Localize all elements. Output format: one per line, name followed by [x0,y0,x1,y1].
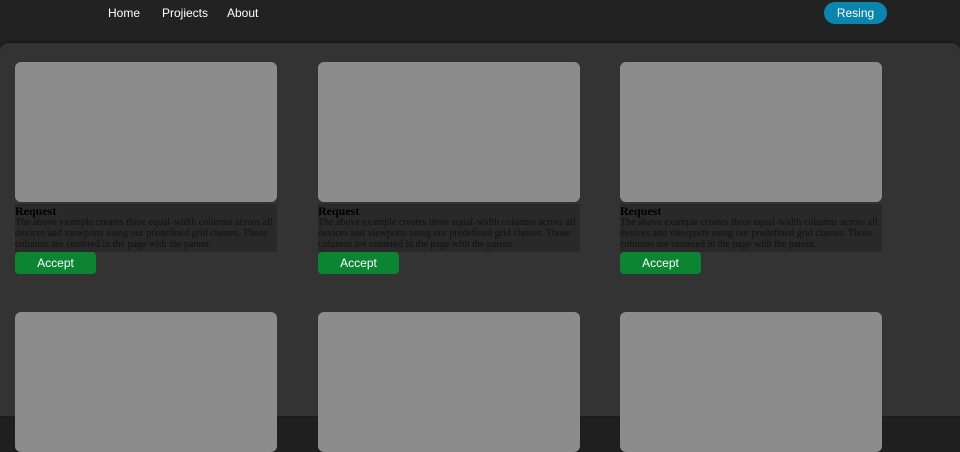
accept-button[interactable]: Accept [15,252,96,274]
top-navbar: Home Projiects About Resing [0,0,960,48]
resing-button[interactable]: Resing [824,2,887,24]
nav-link-projects[interactable]: Projiects [162,5,208,21]
card-image-placeholder [318,312,580,452]
card-image-placeholder [15,62,277,202]
card-text: The above example creates three equal-wi… [318,217,576,250]
card-image-placeholder [15,312,277,452]
card-image-placeholder [620,62,882,202]
card-title: Request [15,204,57,218]
card-text: The above example creates three equal-wi… [620,217,878,250]
accept-button[interactable]: Accept [620,252,701,274]
nav-link-about[interactable]: About [227,5,258,21]
nav-link-home[interactable]: Home [108,5,140,21]
card-image-placeholder [620,312,882,452]
card-title: Request [620,204,662,218]
main-content: Request The above example creates three … [0,43,960,452]
card-title: Request [318,204,360,218]
card-image-placeholder [318,62,580,202]
card-text: The above example creates three equal-wi… [15,217,273,250]
card-body: Request The above example creates three … [318,204,580,252]
card-body: Request The above example creates three … [15,204,277,252]
accept-button[interactable]: Accept [318,252,399,274]
card-body: Request The above example creates three … [620,204,882,252]
